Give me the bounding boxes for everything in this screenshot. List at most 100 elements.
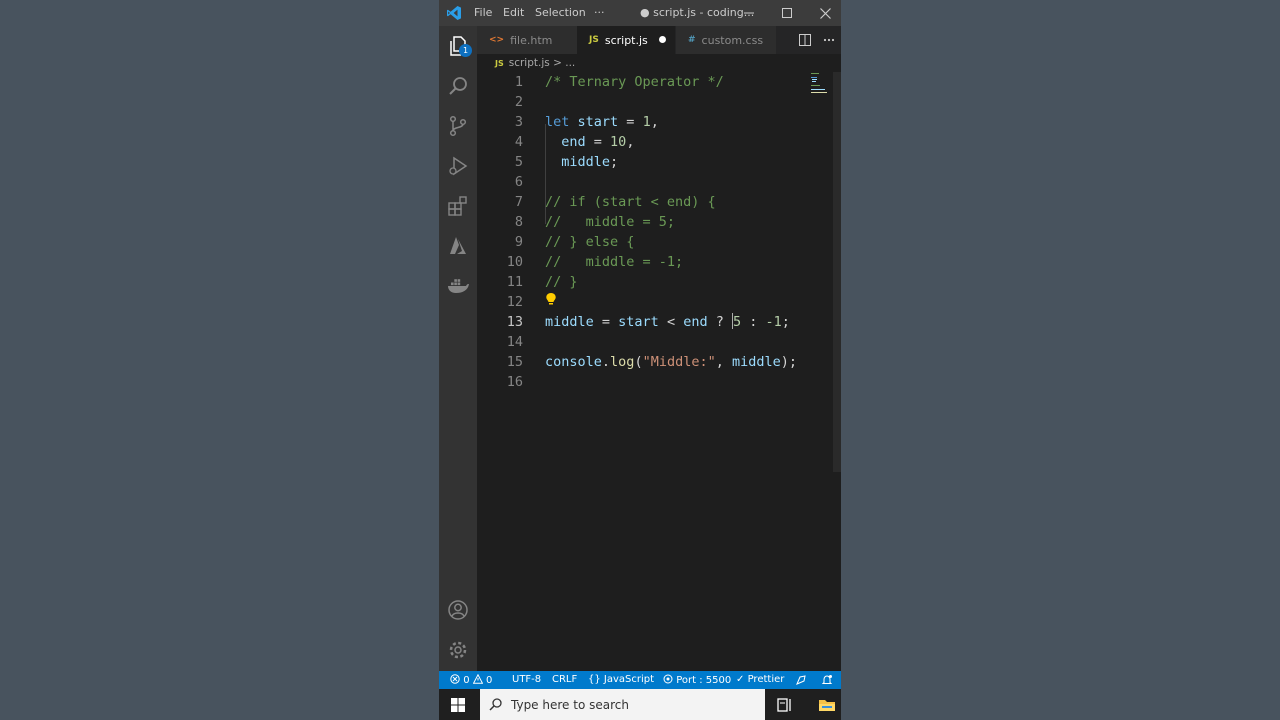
- docker-icon[interactable]: [446, 274, 470, 298]
- variable-token: middle: [561, 154, 611, 170]
- breadcrumb-symbols[interactable]: ...: [565, 57, 575, 69]
- minimap[interactable]: [811, 72, 833, 94]
- tab-label: script.js: [604, 33, 648, 47]
- lightbulb-icon[interactable]: [545, 292, 557, 306]
- operator-token: ?: [707, 314, 732, 330]
- encoding-status[interactable]: UTF-8: [512, 674, 541, 685]
- tab-bar: <> file.htm JS script.js # custom.css: [477, 26, 841, 54]
- check-icon: ✓: [736, 674, 745, 685]
- breadcrumb-file[interactable]: script.js: [509, 57, 550, 69]
- code-line[interactable]: 4 end = 10,: [477, 132, 841, 152]
- minimize-button[interactable]: [731, 0, 767, 26]
- account-icon[interactable]: [446, 598, 470, 622]
- string-token: "Middle:": [642, 354, 716, 370]
- windows-taskbar: Type here to search: [439, 689, 841, 720]
- number-token: 10: [610, 134, 627, 150]
- code-line[interactable]: 16: [477, 372, 841, 392]
- code-line[interactable]: 1 /* Ternary Operator */: [477, 72, 841, 92]
- punct-token: ,: [715, 354, 732, 370]
- braces-icon: {}: [588, 674, 601, 685]
- css-file-icon: #: [688, 35, 696, 45]
- file-explorer-icon[interactable]: [817, 695, 837, 715]
- start-button[interactable]: [439, 689, 477, 720]
- minimize-icon: [744, 12, 754, 14]
- line-content[interactable]: // } else {: [545, 232, 634, 252]
- keyword-token: let: [545, 114, 570, 130]
- menu-more[interactable]: ···: [594, 6, 605, 19]
- comment-token: // if (start < end) {: [545, 194, 716, 210]
- line-content[interactable]: // }: [545, 272, 578, 292]
- punct-token: ,: [626, 134, 635, 150]
- code-line[interactable]: 11 // }: [477, 272, 841, 292]
- line-number: 6: [514, 174, 523, 190]
- run-debug-icon[interactable]: [446, 154, 470, 178]
- vscode-window: File Edit Selection ··· ● script.js - co…: [439, 0, 841, 720]
- number-token: -1: [765, 314, 782, 330]
- menu-file[interactable]: File: [474, 6, 492, 19]
- code-line[interactable]: 6: [477, 172, 841, 192]
- close-button[interactable]: [807, 0, 841, 26]
- feedback-icon[interactable]: [795, 674, 807, 686]
- code-line[interactable]: 8 // middle = 5;: [477, 212, 841, 232]
- azure-icon[interactable]: [446, 234, 470, 258]
- maximize-button[interactable]: [769, 0, 805, 26]
- line-content[interactable]: console.log("Middle:", middle);: [545, 352, 797, 372]
- line-content[interactable]: end = 10,: [545, 132, 634, 152]
- variable-token: middle: [545, 314, 594, 330]
- warning-count: 0: [485, 675, 493, 686]
- line-content[interactable]: middle = start < end ? 5 : -1;: [545, 312, 790, 332]
- line-content[interactable]: /* Ternary Operator */: [545, 72, 724, 92]
- code-line[interactable]: 12: [477, 292, 841, 312]
- line-content[interactable]: // middle = -1;: [545, 252, 683, 272]
- problems-status[interactable]: 0 0: [450, 673, 493, 686]
- code-editor[interactable]: 1 /* Ternary Operator */ 2 3 let start =…: [477, 72, 841, 671]
- line-number: 4: [514, 134, 523, 150]
- code-line[interactable]: 15 console.log("Middle:", middle);: [477, 352, 841, 372]
- close-icon: [819, 7, 831, 19]
- number-token: 5: [732, 314, 742, 330]
- split-editor-icon[interactable]: [799, 33, 812, 46]
- menu-edit[interactable]: Edit: [503, 6, 524, 19]
- task-view-icon[interactable]: [775, 695, 795, 715]
- line-number: 12: [506, 294, 523, 310]
- source-control-icon[interactable]: [446, 114, 470, 138]
- line-content[interactable]: // middle = 5;: [545, 212, 675, 232]
- code-line[interactable]: 3 let start = 1,: [477, 112, 841, 132]
- code-line[interactable]: 2: [477, 92, 841, 112]
- line-content[interactable]: // if (start < end) {: [545, 192, 716, 212]
- code-line-current[interactable]: 13 middle = start < end ? 5 : -1;: [477, 312, 841, 332]
- code-line[interactable]: 14: [477, 332, 841, 352]
- more-actions-icon[interactable]: [823, 34, 835, 46]
- line-content[interactable]: middle;: [545, 152, 618, 172]
- line-number: 14: [506, 334, 523, 350]
- unsaved-dot-icon[interactable]: [659, 36, 666, 43]
- tab-custom-css[interactable]: # custom.css: [676, 26, 776, 54]
- prettier-status[interactable]: ✓ Prettier: [736, 674, 784, 685]
- tab-file-htm[interactable]: <> file.htm: [477, 26, 577, 54]
- code-line[interactable]: 7 // if (start < end) {: [477, 192, 841, 212]
- live-server-status[interactable]: Port : 5500: [663, 674, 731, 686]
- punct-token: ;: [781, 314, 790, 330]
- taskbar-search-input[interactable]: Type here to search: [480, 689, 765, 720]
- tab-label: file.htm: [510, 33, 553, 47]
- line-number: 16: [506, 374, 523, 390]
- maximize-icon: [782, 8, 792, 18]
- notifications-bell-icon[interactable]: [821, 674, 833, 686]
- menu-selection[interactable]: Selection: [535, 6, 586, 19]
- eol-status[interactable]: CRLF: [552, 674, 577, 685]
- line-number: 1: [514, 74, 523, 90]
- code-line[interactable]: 9 // } else {: [477, 232, 841, 252]
- language-status[interactable]: {} JavaScript: [588, 674, 654, 685]
- search-icon[interactable]: [446, 74, 470, 98]
- tab-script-js[interactable]: JS script.js: [577, 26, 675, 54]
- comment-token: /* Ternary Operator */: [545, 74, 724, 90]
- settings-gear-icon[interactable]: [446, 638, 470, 662]
- search-icon: [489, 698, 502, 711]
- editor-scrollbar[interactable]: [833, 72, 841, 472]
- extensions-icon[interactable]: [446, 194, 470, 218]
- code-line[interactable]: 10 // middle = -1;: [477, 252, 841, 272]
- code-line[interactable]: 5 middle;: [477, 152, 841, 172]
- comment-token: // } else {: [545, 234, 635, 250]
- line-content[interactable]: let start = 1,: [545, 112, 659, 132]
- breadcrumb[interactable]: JS script.js > ...: [495, 57, 575, 71]
